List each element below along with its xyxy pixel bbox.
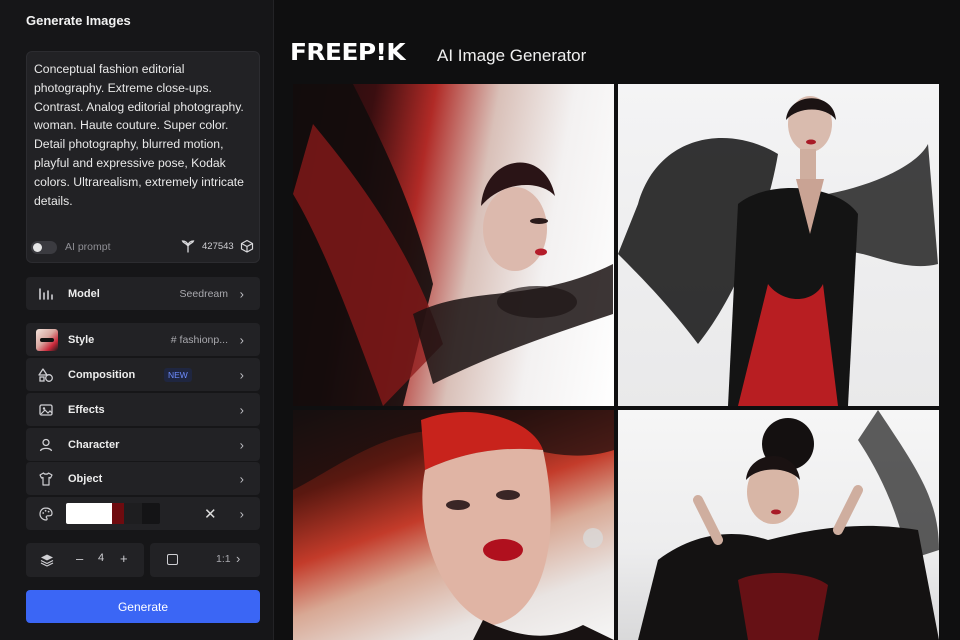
ai-prompt-toggle[interactable] [31,241,57,254]
image-2-art [618,96,938,406]
style-label: Style [68,333,95,346]
chevron-right-icon: › [239,471,244,486]
composition-selector[interactable]: Composition NEW › [26,358,260,391]
generate-button[interactable]: Generate [26,590,260,623]
layers-icon [40,554,54,567]
bar-chart-icon [39,287,53,300]
freepik-logo[interactable]: FREEP!K [290,40,406,66]
page-title: AI Image Generator [437,46,587,65]
shirt-icon [39,471,53,486]
prompt-textarea[interactable]: Conceptual fashion editorial photography… [26,51,260,263]
object-label: Object [68,472,103,485]
object-selector[interactable]: Object › [26,462,260,495]
generate-sidebar: Generate Images Conceptual fashion edito… [0,0,274,640]
sidebar-title: Generate Images [26,13,131,28]
ai-prompt-label: AI prompt [65,241,111,253]
model-value: Seedream [179,287,228,300]
new-badge: NEW [164,367,192,382]
decrease-count-button[interactable]: – [76,551,83,566]
swatch-white[interactable] [66,503,112,524]
chevron-right-icon: › [239,437,244,452]
swatch-black[interactable] [142,503,160,524]
aspect-ratio-selector[interactable]: 1:1 › [150,543,260,577]
effects-selector[interactable]: Effects › [26,393,260,426]
color-palette-selector[interactable]: ✕ › [26,497,260,530]
image-1-art [293,84,613,406]
generated-image-4[interactable] [618,410,939,640]
swatch-charcoal[interactable] [124,503,142,524]
color-swatches[interactable] [66,503,160,524]
image-count-value: 4 [98,552,105,564]
model-label: Model [68,287,100,300]
palette-icon [39,506,53,521]
style-value: # fashionp... [170,333,228,346]
generated-image-1[interactable] [293,84,614,406]
user-icon [39,438,53,451]
prompt-footer: AI prompt 427543 [31,239,257,255]
style-selector[interactable]: Style # fashionp... › [26,323,260,356]
square-icon [167,554,178,565]
character-label: Character [68,438,120,451]
image-effects-icon [39,403,53,416]
swatch-dark-red[interactable] [112,503,124,524]
aspect-ratio-value: 1:1 [216,553,231,565]
chevron-right-icon: › [239,506,244,521]
generated-image-3[interactable] [293,410,614,640]
image-3-art [293,410,614,640]
increase-count-button[interactable]: + [120,551,128,566]
cube-icon[interactable] [240,239,254,253]
prompt-text[interactable]: Conceptual fashion editorial photography… [34,60,258,210]
shapes-icon [38,367,53,382]
style-thumbnail [36,328,58,351]
effects-label: Effects [68,403,105,416]
chevron-right-icon: › [239,332,244,347]
generated-image-2[interactable] [618,84,939,406]
character-selector[interactable]: Character › [26,428,260,461]
image-count-control: – 4 + [26,543,144,577]
chevron-right-icon: › [239,286,244,301]
model-selector[interactable]: Model Seedream › [26,277,260,310]
seed-value: 427543 [202,241,234,252]
chevron-right-icon: › [236,551,241,566]
image-4-art [638,410,939,640]
clear-palette-icon[interactable]: ✕ [204,505,217,523]
chevron-right-icon: › [239,402,244,417]
chevron-right-icon: › [239,367,244,382]
sprout-icon[interactable] [181,239,195,253]
composition-label: Composition [68,368,136,381]
